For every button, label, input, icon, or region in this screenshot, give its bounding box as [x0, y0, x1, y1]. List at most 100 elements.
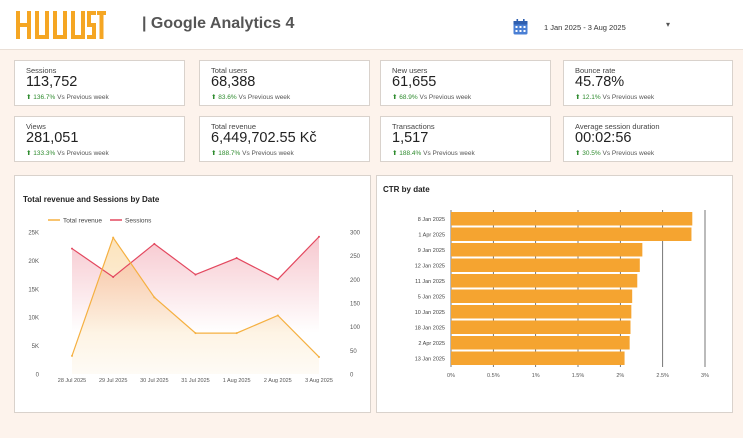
kpi-delta-suffix: Vs Previous week: [423, 150, 475, 157]
y-right-tick-label: 100: [350, 325, 361, 331]
kpi-delta-suffix: Vs Previous week: [238, 94, 291, 101]
chevron-down-icon[interactable]: ▾: [666, 20, 670, 29]
page-title: | Google Analytics 4: [142, 15, 295, 32]
x-tick-label: 0%: [447, 373, 455, 379]
ctr-bar: [451, 227, 692, 241]
arrow-up-icon: ⬆: [26, 150, 32, 157]
kpi-value: 00:02:56: [575, 130, 632, 146]
chart-legend: Total revenue Sessions: [48, 218, 152, 225]
ctr-bar: [451, 212, 693, 226]
x-tick-label: 2 Aug 2025: [264, 378, 292, 384]
kpi-delta-suffix: Vs Previous week: [602, 150, 655, 157]
ctr-bar: [451, 274, 638, 288]
ctr-bar: [451, 320, 631, 334]
kpi-delta-suffix: Vs Previous week: [57, 94, 109, 101]
kpi-value: 68,388: [211, 74, 256, 90]
y-right-tick-label: 300: [350, 231, 361, 237]
ctr-bar: [451, 336, 630, 350]
ctr-bar: [451, 243, 643, 257]
ctr-bar: [451, 351, 625, 365]
top-bar: | Google Analytics 4 1 Jan 2025 - 3 Aug …: [0, 0, 743, 50]
kpi-delta: ⬆ 188.4% Vs Previous week: [392, 149, 475, 157]
x-tick-label: 1 Aug 2025: [223, 378, 251, 384]
kpi-delta-value: 188.4%: [399, 150, 422, 157]
x-tick-label: 30 Jul 2025: [140, 378, 168, 384]
y-left-tick-label: 10K: [28, 316, 39, 322]
category-label: 12 Jan 2025: [415, 263, 445, 269]
arrow-up-icon: ⬆: [211, 150, 217, 157]
date-range-selector[interactable]: 1 Jan 2025 - 3 Aug 2025: [544, 23, 626, 32]
kpi-card: Total users 68,388 ⬆ 83.6% Vs Previous wee…: [199, 60, 370, 106]
arrow-up-icon: ⬆: [392, 94, 398, 101]
kpi-delta-suffix: Vs Previous week: [57, 150, 109, 157]
revenue-point: [153, 296, 156, 299]
kpi-card: Sessions 113,752 ⬆ 136.7% Vs Previous week: [14, 60, 185, 106]
kpi-card: Total revenue 6,449,702.55 Kč ⬆ 188.7% Vs …: [199, 116, 370, 162]
arrow-up-icon: ⬆: [211, 94, 217, 101]
kpi-card: Transactions 1,517 ⬆ 188.4% Vs Previous we…: [380, 116, 551, 162]
kpi-delta: ⬆ 68.9% Vs Previous week: [392, 93, 471, 101]
kpi-delta: ⬆ 136.7% Vs Previous week: [26, 93, 109, 101]
kpi-card: New users 61,655 ⬆ 68.9% Vs Previous week: [380, 60, 551, 106]
kpi-delta: ⬆ 12.1% Vs Previous week: [575, 93, 654, 101]
kpi-value: 61,655: [392, 74, 437, 90]
ctr-bar: [451, 289, 633, 303]
revenue-sessions-panel: Total revenue and Sessions by Date Total…: [14, 175, 371, 413]
kpi-value: 1,517: [392, 130, 429, 146]
y-right-tick-label: 150: [350, 302, 361, 308]
kpi-delta-value: 83.6%: [218, 94, 237, 101]
huuust-logo: [16, 11, 106, 39]
kpi-card: Bounce rate 45.78% ⬆ 12.1% Vs Previous wee…: [563, 60, 733, 106]
y-right-tick-label: 200: [350, 278, 361, 284]
kpi-card: Average session duration 00:02:56 ⬆ 30.5% …: [563, 116, 733, 162]
revenue-sessions-chart[interactable]: Total revenue Sessions 0 5K 10K 15K 20K 25K 0 50 1…: [15, 176, 370, 412]
y-right-tick-label: 50: [350, 349, 357, 355]
category-label: 18 Jan 2025: [415, 325, 445, 331]
kpi-value: 281,051: [26, 130, 79, 146]
y-left-tick-label: 0: [36, 373, 40, 379]
category-label: 11 Jan 2025: [415, 279, 445, 285]
ctr-bar-chart[interactable]: 0% 0.5% 1% 1.5% 2% 2.5% 3% 8 Jan 2025 1 Apr 2025…: [377, 176, 732, 412]
kpi-delta-suffix: Vs Previous week: [602, 94, 655, 101]
sessions-point: [71, 247, 73, 250]
kpi-delta-value: 133.3%: [33, 150, 56, 157]
kpi-card: Views 281,051 ⬆ 133.3% Vs Previous week: [14, 116, 185, 162]
legend-label: Total revenue: [63, 218, 102, 225]
calendar-icon[interactable]: [513, 19, 528, 35]
sessions-point: [194, 273, 197, 276]
sessions-point: [153, 242, 156, 245]
y-left-tick-label: 5K: [32, 344, 39, 350]
x-tick-label: 1.5%: [572, 373, 585, 379]
category-label: 13 Jan 2025: [415, 356, 445, 362]
category-label: 9 Jan 2025: [418, 248, 445, 254]
legend-label: Sessions: [125, 218, 152, 225]
kpi-delta-value: 68.9%: [399, 94, 418, 101]
arrow-up-icon: ⬆: [26, 94, 32, 101]
arrow-up-icon: ⬆: [575, 150, 581, 157]
x-tick-label: 1%: [532, 373, 540, 379]
ctr-bar: [451, 305, 632, 319]
arrow-up-icon: ⬆: [575, 94, 581, 101]
revenue-point: [235, 332, 238, 335]
kpi-delta: ⬆ 30.5% Vs Previous week: [575, 149, 654, 157]
revenue-point: [71, 354, 73, 357]
revenue-point: [194, 332, 197, 335]
kpi-delta: ⬆ 83.6% Vs Previous week: [211, 93, 290, 101]
x-tick-label: 3 Aug 2025: [305, 378, 333, 384]
category-label: 5 Jan 2025: [418, 294, 445, 300]
kpi-value: 6,449,702.55 Kč: [211, 130, 317, 146]
kpi-value: 45.78%: [575, 74, 625, 90]
kpi-delta: ⬆ 133.3% Vs Previous week: [26, 149, 109, 157]
category-label: 1 Apr 2025: [418, 232, 445, 238]
sessions-point: [318, 235, 320, 238]
y-left-tick-label: 15K: [28, 287, 39, 293]
sessions-point: [235, 257, 238, 260]
kpi-delta-suffix: Vs Previous week: [242, 150, 294, 157]
revenue-point: [318, 355, 320, 358]
sessions-point: [112, 275, 115, 278]
x-tick-label: 2%: [616, 373, 624, 379]
sessions-point: [276, 278, 279, 281]
arrow-up-icon: ⬆: [392, 150, 398, 157]
y-right-tick-label: 0: [350, 373, 354, 379]
category-label: 8 Jan 2025: [418, 217, 445, 223]
